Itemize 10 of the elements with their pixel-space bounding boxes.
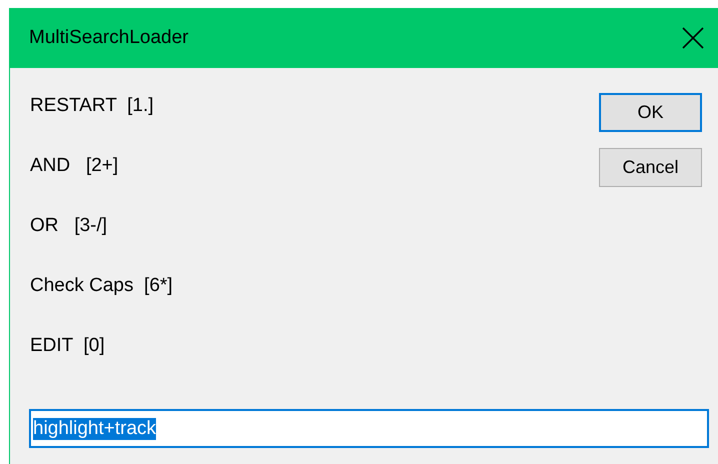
option-label: Check Caps [6*]	[30, 274, 173, 298]
ok-button[interactable]: OK	[599, 93, 702, 132]
cancel-button[interactable]: Cancel	[599, 148, 702, 187]
option-label: OR [3-/]	[30, 214, 108, 238]
option-label: AND [2+]	[30, 154, 118, 178]
option-label: RESTART [1.]	[30, 94, 154, 118]
input-field[interactable]: highlight+track	[29, 409, 709, 448]
window-title: MultiSearchLoader	[29, 27, 188, 49]
option-label: EDIT [0]	[30, 334, 105, 358]
close-icon[interactable]	[682, 27, 704, 49]
